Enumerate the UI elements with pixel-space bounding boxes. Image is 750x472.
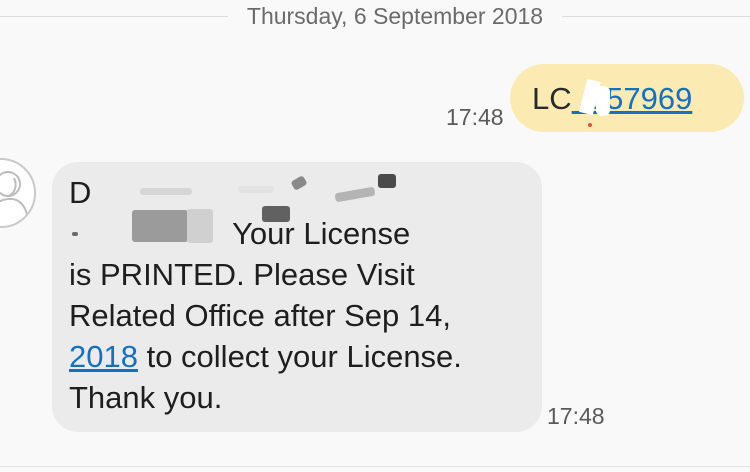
sent-message-time: 17:48: [446, 104, 504, 130]
received-redaction-mark: [140, 188, 192, 195]
date-divider: Thursday, 6 September 2018: [0, 0, 750, 36]
received-redaction-mark: [262, 206, 290, 222]
sent-message-bubble[interactable]: LC 557969: [510, 64, 744, 132]
sent-message-prefix: LC: [532, 81, 572, 116]
bottom-separator: [0, 466, 750, 467]
received-redaction-mark: [72, 232, 78, 236]
received-redaction-mark: [378, 174, 396, 188]
received-message-time: 17:48: [547, 403, 605, 429]
message-line-4: Related Office after Sep 14,: [69, 298, 451, 333]
divider-line-right: [562, 16, 750, 17]
message-line-5: 2018 to collect your License.: [69, 339, 462, 374]
contact-avatar-icon[interactable]: [0, 158, 36, 228]
message-line-6: Thank you.: [69, 380, 223, 415]
date-link[interactable]: 2018: [69, 339, 138, 374]
message-line-3: is PRINTED. Please Visit: [69, 257, 415, 292]
person-outline-icon: [0, 171, 29, 221]
received-redaction-mark: [132, 210, 188, 242]
sent-redaction-mark: [596, 86, 610, 116]
received-redaction-mark: [187, 209, 213, 243]
sent-redaction-blot: [588, 123, 592, 127]
received-redaction-mark: [238, 186, 274, 193]
